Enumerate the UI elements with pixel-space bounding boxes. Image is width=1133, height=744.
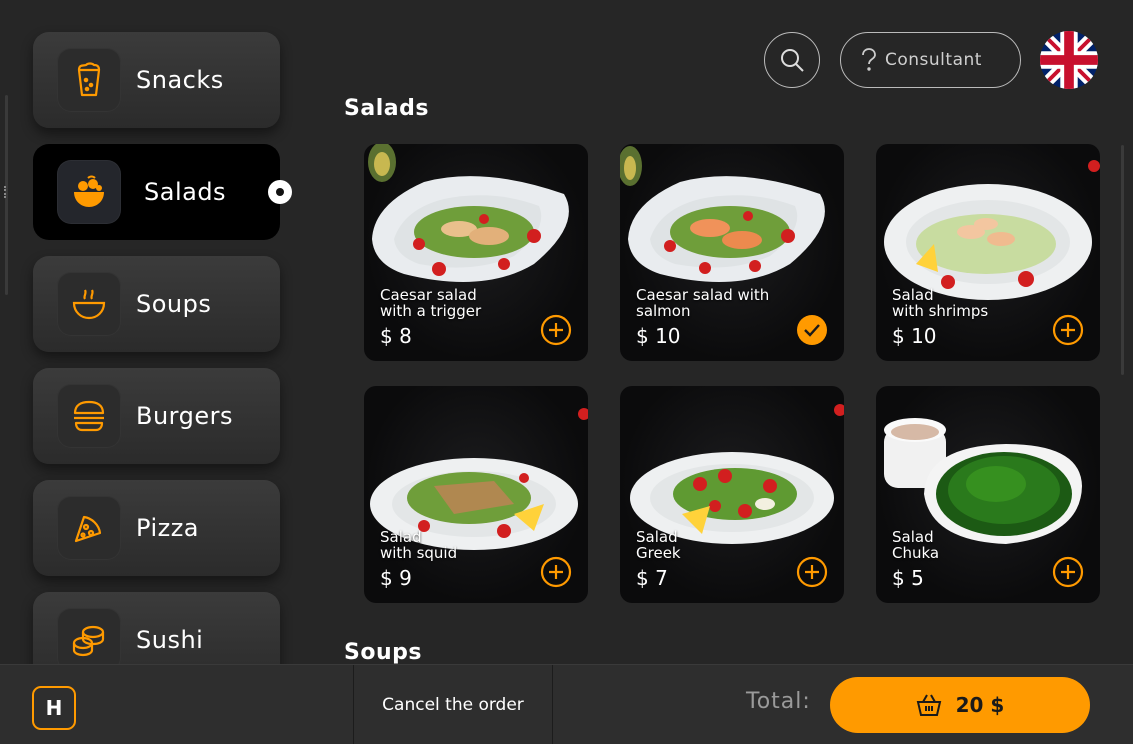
sidebar-item-snacks[interactable]: Snacks: [33, 32, 280, 128]
product-name: Salad Chuka: [892, 528, 940, 562]
product-price: $ 10: [892, 324, 937, 348]
consultant-button[interactable]: Consultant: [840, 32, 1021, 88]
total-label: Total:: [746, 689, 811, 714]
product-card[interactable]: Salad with shrimps $ 10: [876, 144, 1100, 361]
product-card[interactable]: Salad with squid $ 9: [364, 386, 588, 603]
salad-bowl-icon: [57, 160, 121, 224]
sidebar-drag-handle[interactable]: [4, 186, 8, 198]
product-name: Salad with squid: [380, 528, 458, 562]
basket-icon: [916, 694, 941, 716]
content-scrollbar[interactable]: [1121, 145, 1124, 375]
question-icon: [862, 48, 876, 71]
product-card[interactable]: Salad Chuka $ 5: [876, 386, 1100, 603]
checkout-button[interactable]: 20 $: [830, 677, 1090, 733]
sidebar-item-label: Burgers: [136, 402, 233, 430]
product-card[interactable]: Caesar salad with a trigger $ 8: [364, 144, 588, 361]
add-to-order-icon[interactable]: [1052, 556, 1084, 588]
product-name: Salad Greek: [636, 528, 681, 562]
app-logo[interactable]: H: [32, 686, 76, 730]
product-card[interactable]: Salad Greek $ 7: [620, 386, 844, 603]
product-name: Caesar salad with salmon: [636, 286, 770, 320]
sidebar-item-pizza[interactable]: Pizza: [33, 480, 280, 576]
selected-check-icon[interactable]: [796, 314, 828, 346]
sidebar-item-label: Snacks: [136, 66, 224, 94]
add-to-order-icon[interactable]: [796, 556, 828, 588]
add-to-order-icon[interactable]: [540, 556, 572, 588]
product-name: Salad with shrimps: [892, 286, 989, 320]
section-title-soups: Soups: [344, 640, 422, 665]
add-to-order-icon[interactable]: [1052, 314, 1084, 346]
sidebar-item-label: Salads: [144, 178, 227, 206]
sushi-icon: [57, 608, 121, 672]
search-icon: [781, 49, 804, 72]
order-footer: H Cancel the order Total: 20 $: [0, 664, 1133, 744]
cancel-order-button[interactable]: Cancel the order: [354, 665, 552, 744]
consultant-label: Consultant: [885, 50, 982, 70]
sidebar-item-label: Pizza: [136, 514, 200, 542]
product-price: $ 9: [380, 566, 412, 590]
snack-icon: [57, 48, 121, 112]
section-title-salads: Salads: [344, 96, 429, 121]
burger-icon: [57, 384, 121, 448]
total-amount: 20 $: [955, 693, 1005, 717]
product-price: $ 10: [636, 324, 681, 348]
active-category-indicator: [268, 180, 292, 204]
pizza-slice-icon: [57, 496, 121, 560]
uk-flag-icon[interactable]: [1040, 31, 1098, 89]
soup-bowl-icon: [57, 272, 121, 336]
sidebar-item-salads[interactable]: Salads: [33, 144, 280, 240]
product-name: Caesar salad with a trigger: [380, 286, 482, 320]
product-price: $ 5: [892, 566, 924, 590]
add-to-order-icon[interactable]: [540, 314, 572, 346]
product-price: $ 8: [380, 324, 412, 348]
product-card[interactable]: Caesar salad with salmon $ 10: [620, 144, 844, 361]
sidebar-item-label: Soups: [136, 290, 212, 318]
search-button[interactable]: [764, 32, 820, 88]
product-price: $ 7: [636, 566, 668, 590]
sidebar-item-soups[interactable]: Soups: [33, 256, 280, 352]
sidebar-item-burgers[interactable]: Burgers: [33, 368, 280, 464]
divider: [552, 665, 553, 744]
